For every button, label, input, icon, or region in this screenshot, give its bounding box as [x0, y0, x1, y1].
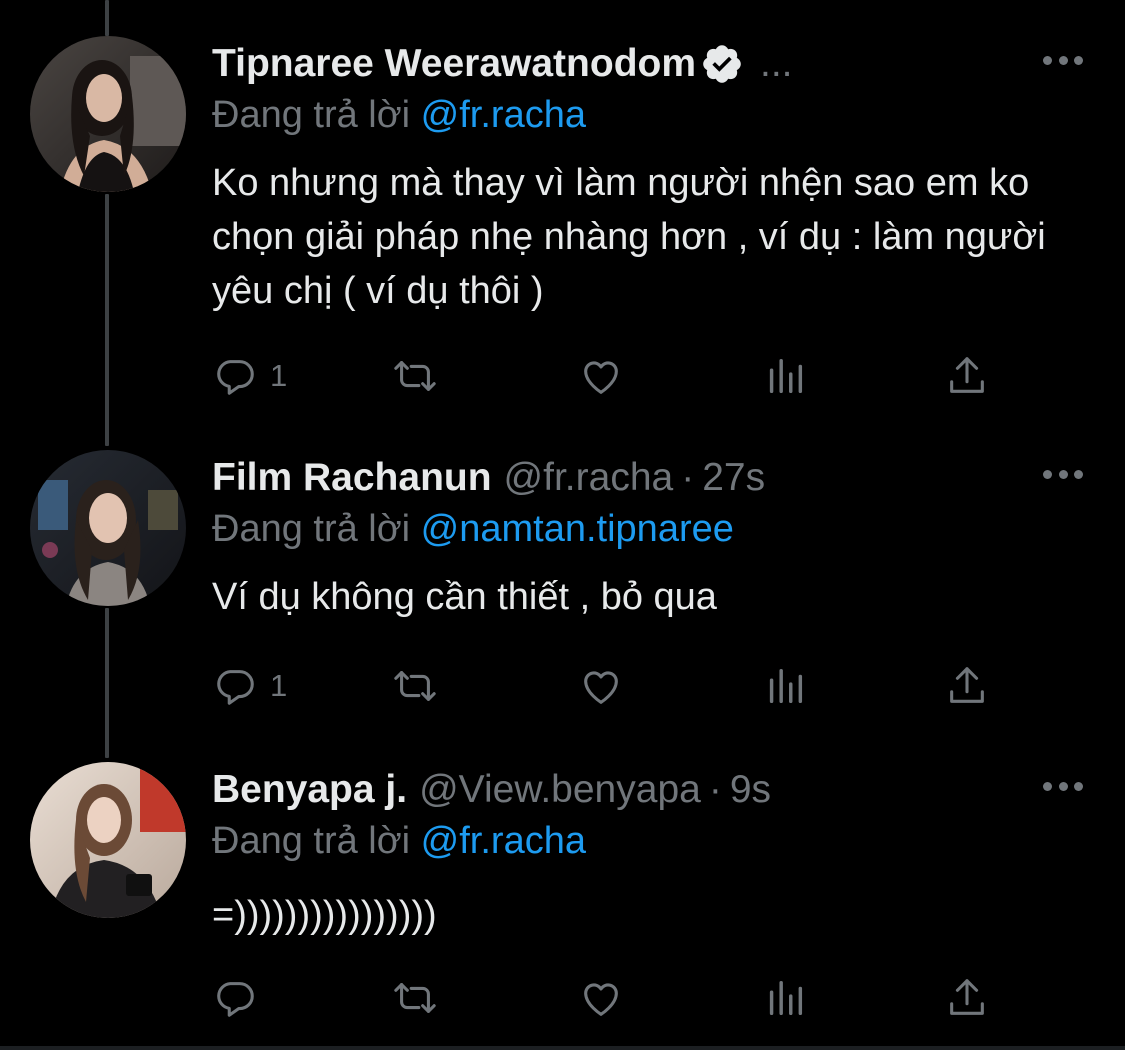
profile-photo-icon — [30, 762, 186, 918]
reply-button[interactable]: 1 — [212, 351, 287, 401]
retweet-icon — [394, 983, 436, 1013]
timestamp[interactable]: 9s — [730, 762, 771, 818]
display-name[interactable]: Tipnaree Weerawatnodom — [212, 36, 696, 92]
share-button[interactable] — [944, 351, 990, 401]
replying-to: Đang trả lời @namtan.tipnaree — [212, 504, 734, 554]
reply-icon — [217, 670, 254, 705]
verified-badge-icon — [700, 42, 744, 86]
separator: · — [681, 456, 695, 499]
replying-prefix: Đang trả lời — [212, 94, 421, 136]
avatar[interactable] — [30, 762, 186, 918]
more-options-icon[interactable] — [1043, 776, 1083, 796]
retweet-icon — [394, 671, 436, 701]
share-button[interactable] — [944, 973, 990, 1023]
avatar[interactable] — [30, 450, 186, 606]
display-name[interactable]: Film Rachanun — [212, 450, 492, 506]
tweet-header: Benyapa j. @View.benyapa · 9s — [212, 762, 771, 818]
reply-count: 1 — [270, 668, 288, 703]
replying-mention-link[interactable]: @fr.racha — [421, 94, 586, 136]
profile-photo-icon — [30, 36, 186, 192]
user-handle[interactable]: @fr.racha — [504, 450, 674, 506]
action-bar: 1 — [212, 351, 1012, 401]
views-icon — [769, 358, 803, 394]
replying-prefix: Đang trả lời — [212, 508, 421, 550]
like-icon — [584, 983, 618, 1016]
tweet-3[interactable]: Benyapa j. @View.benyapa · 9s Đang trả l… — [0, 762, 1125, 1042]
more-options-icon[interactable] — [1043, 50, 1083, 70]
share-icon — [950, 667, 984, 703]
display-name[interactable]: Benyapa j. — [212, 762, 407, 818]
separator: · — [708, 768, 722, 811]
reply-icon — [217, 982, 254, 1017]
more-options-icon[interactable] — [1043, 464, 1083, 484]
action-bar: 1 — [212, 661, 1012, 711]
tweet-header: Film Rachanun @fr.racha · 27s — [212, 450, 765, 506]
retweet-icon — [394, 361, 436, 391]
views-icon — [769, 980, 803, 1016]
like-button[interactable] — [578, 973, 624, 1023]
views-button[interactable] — [762, 973, 808, 1023]
reply-button[interactable] — [212, 973, 270, 1023]
name-truncation: ... — [760, 42, 793, 85]
tweet-header: Tipnaree Weerawatnodom ... — [212, 36, 793, 92]
timestamp[interactable]: 27s — [702, 450, 765, 506]
like-icon — [584, 361, 618, 394]
user-handle[interactable]: @View.benyapa — [419, 762, 701, 818]
replying-mention-link[interactable]: @fr.racha — [421, 820, 586, 862]
replying-to: Đang trả lời @fr.racha — [212, 90, 586, 140]
share-icon — [950, 979, 984, 1015]
tweet-text: Ko nhưng mà thay vì làm người nhện sao e… — [212, 162, 1046, 312]
action-bar — [212, 973, 1012, 1023]
retweet-button[interactable] — [392, 661, 438, 711]
replying-prefix: Đang trả lời — [212, 820, 421, 862]
replying-mention-link[interactable]: @namtan.tipnaree — [421, 508, 734, 550]
avatar[interactable] — [30, 36, 186, 192]
retweet-button[interactable] — [392, 973, 438, 1023]
profile-photo-icon — [30, 450, 186, 606]
retweet-button[interactable] — [392, 351, 438, 401]
divider — [0, 1046, 1125, 1050]
views-button[interactable] — [762, 351, 808, 401]
views-icon — [769, 668, 803, 704]
tweet-1[interactable]: Tipnaree Weerawatnodom ... Đang trả lời … — [0, 36, 1125, 416]
like-button[interactable] — [578, 351, 624, 401]
share-icon — [950, 357, 984, 393]
thread-line-top — [105, 0, 109, 36]
reply-icon — [217, 360, 254, 395]
like-button[interactable] — [578, 661, 624, 711]
reply-button[interactable]: 1 — [212, 661, 287, 711]
share-button[interactable] — [944, 661, 990, 711]
views-button[interactable] — [762, 661, 808, 711]
reply-count: 1 — [270, 358, 288, 393]
replying-to: Đang trả lời @fr.racha — [212, 816, 586, 866]
tweet-text: Ví dụ không cần thiết , bỏ qua — [212, 576, 717, 618]
like-icon — [584, 671, 618, 704]
tweet-2[interactable]: Film Rachanun @fr.racha · 27s Đang trả l… — [0, 450, 1125, 750]
tweet-text: =)))))))))))))))) — [212, 894, 437, 936]
